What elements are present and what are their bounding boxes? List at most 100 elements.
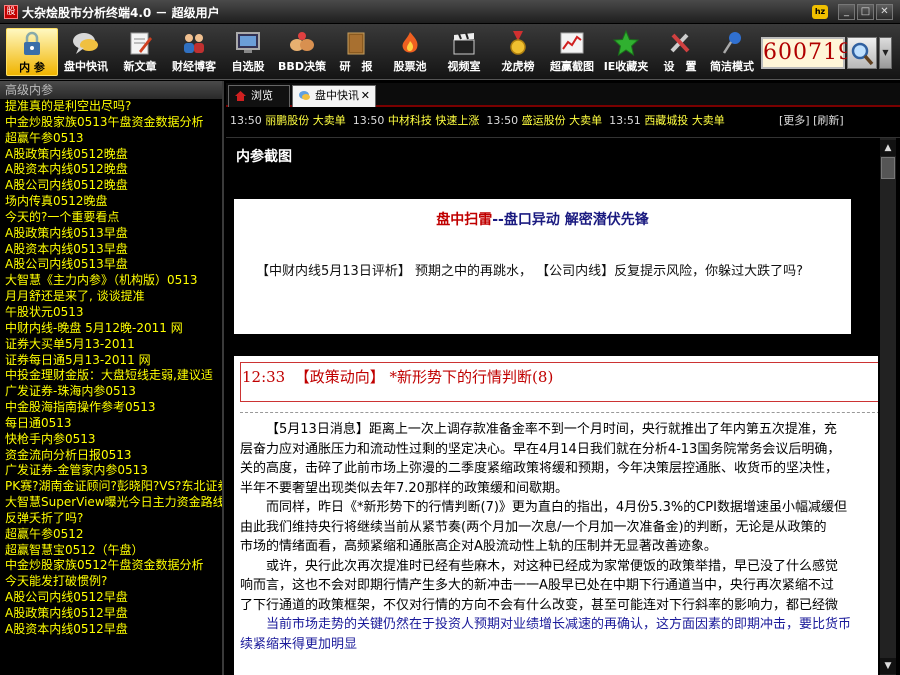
- toolbar-label: 新文章: [123, 60, 157, 73]
- toolbar-label: 内 参: [19, 61, 45, 74]
- sidebar-article-link[interactable]: A股公司内线0513早盘: [5, 257, 222, 273]
- sidebar-article-link[interactable]: 超赢午参0513: [5, 131, 222, 147]
- sidebar-article-link[interactable]: 中金炒股家族0512午盘资金数据分析: [5, 558, 222, 574]
- sidebar-article-link[interactable]: 广发证券-金管家内参0513: [5, 463, 222, 479]
- toolbar-label: 龙虎榜: [501, 60, 535, 73]
- toolbar-flash-news-button[interactable]: 盘中快讯: [60, 28, 112, 76]
- sidebar-article-link[interactable]: 场内传真0512晚盘: [5, 194, 222, 210]
- minimize-button[interactable]: _: [838, 4, 855, 20]
- toolbar-dragon-tiger-button[interactable]: 龙虎榜: [492, 28, 544, 76]
- ticker-entry[interactable]: 13:50 盛运股份 大卖单: [486, 114, 602, 127]
- sidebar-article-link[interactable]: 今天能发打破惯例?: [5, 574, 222, 590]
- lock-icon: [24, 31, 40, 55]
- stock-code-input[interactable]: 600719: [761, 37, 852, 69]
- article-paragraph: 层奋力应对通胀压力和流动性过剩的坚定决心。早在4月14日我们就在分析4-13国务…: [240, 441, 841, 457]
- sidebar-article-link[interactable]: 中金炒股家族0513午盘资金数据分析: [5, 115, 222, 131]
- sidebar-article-link[interactable]: A股政策内线0512晚盘: [5, 147, 222, 163]
- toolbar-screenshot-button[interactable]: 超赢截图: [546, 28, 598, 76]
- maximize-button[interactable]: □: [857, 4, 874, 20]
- tab-close-button[interactable]: ✕: [361, 86, 370, 106]
- sidebar-article-link[interactable]: 每日通0513: [5, 416, 222, 432]
- sidebar-article-link[interactable]: A股政策内线0512早盘: [5, 606, 222, 622]
- toolbar-settings-button[interactable]: 设 置: [654, 28, 706, 76]
- sidebar-article-link[interactable]: 中金股海指南操作参考0513: [5, 400, 222, 416]
- close-button[interactable]: ✕: [876, 4, 893, 20]
- sidebar-article-link[interactable]: 中财内线-晚盘 5月12晚-2011 网: [5, 321, 222, 337]
- sidebar-article-link[interactable]: A股资本内线0512晚盘: [5, 162, 222, 178]
- sidebar-article-link[interactable]: A股资本内线0513早盘: [5, 242, 222, 258]
- sidebar-article-link[interactable]: 证券大买单5月13-2011: [5, 337, 222, 353]
- edit-document-icon: [130, 32, 152, 55]
- toolbar-video-button[interactable]: 视频室: [438, 28, 490, 76]
- screenshot-panel: 盘中扫雷--盘口异动 解密潜伏先锋 【中财内线5月13日评析】 预期之中的再跳水…: [234, 199, 851, 334]
- sidebar-article-link[interactable]: 超赢智慧宝0512（午盘）: [5, 543, 222, 559]
- tab-flash-news[interactable]: 盘中快讯 ✕: [292, 85, 376, 107]
- article-paragraph: 响而言，这也不会对即期行情产生多大的新冲击一一A股早已处在中期下行通道当中，央行…: [240, 578, 834, 593]
- fire-icon: [402, 32, 418, 53]
- sidebar-article-link[interactable]: 大智慧SuperView曝光今日主力资金路线: [5, 495, 222, 511]
- toolbar-research-button[interactable]: 研 报: [330, 28, 382, 76]
- toolbar-label: 自选股: [231, 60, 265, 73]
- stock-search-button[interactable]: [847, 37, 877, 69]
- toolbar-label: 财经博客: [172, 60, 216, 73]
- toolbar-label: BBD决策: [278, 60, 326, 73]
- sidebar-article-link[interactable]: 今天的?一个重要看点: [5, 210, 222, 226]
- screenshot-body: 【中财内线5月13日评析】 预期之中的再跳水， 【公司内线】反复提示风险，你躲过…: [256, 264, 803, 279]
- toolbar-bbd-button[interactable]: BBD决策: [276, 28, 328, 76]
- toolbar-stock-pool-button[interactable]: 股票池: [384, 28, 436, 76]
- sidebar-article-link[interactable]: 月月舒还是来了, 谈谈提准: [5, 289, 222, 305]
- divider: [240, 412, 878, 413]
- star-icon: [612, 29, 640, 57]
- sidebar-article-link[interactable]: 快枪手内参0513: [5, 432, 222, 448]
- toolbar-simple-mode-button[interactable]: 简洁模式: [706, 28, 758, 76]
- sidebar-article-link[interactable]: 中投金理财金版：大盘短线走弱,建议适: [5, 368, 222, 384]
- ticker-entry[interactable]: 13:51 西藏城投 大卖单: [609, 114, 725, 127]
- sidebar-article-link[interactable]: 超赢午参0512: [5, 527, 222, 543]
- tab-browse[interactable]: 浏览: [228, 85, 290, 107]
- sidebar-article-link[interactable]: 资金流向分析日报0513: [5, 448, 222, 464]
- sidebar-article-link[interactable]: 广发证券-珠海内参0513: [5, 384, 222, 400]
- toolbar-watchlist-button[interactable]: 自选股: [222, 28, 274, 76]
- sidebar-article-link[interactable]: 午股状元0513: [5, 305, 222, 321]
- sidebar-article-link[interactable]: A股公司内线0512早盘: [5, 590, 222, 606]
- document-content: 内参截图 盘中扫雷--盘口异动 解密潜伏先锋 【中财内线5月13日评析】 预期之…: [232, 142, 878, 675]
- hz-badge[interactable]: hz: [812, 5, 828, 19]
- toolbar-new-article-button[interactable]: 新文章: [114, 28, 166, 76]
- sidebar-article-link[interactable]: 反弹夭折了吗?: [5, 511, 222, 527]
- scroll-down-button[interactable]: ▼: [880, 658, 896, 674]
- toolbar-favorites-button[interactable]: IE收藏夹: [600, 28, 652, 76]
- toolbar-label: 盘中快讯: [64, 60, 108, 73]
- search-icon: [851, 42, 874, 66]
- scroll-thumb[interactable]: [881, 157, 895, 179]
- article-paragraph: 关的高度，击碎了此前市场上弥漫的二季度紧缩政策将缓和预期，今年决策层控通胀、收货…: [240, 461, 839, 476]
- sidebar-article-link[interactable]: 提准真的是利空出尽吗?: [5, 99, 222, 115]
- sidebar-article-link[interactable]: A股资本内线0512早盘: [5, 622, 222, 638]
- article: 12:33 【政策动向】 *新形势下的行情判断(8) 【5月13日消息】距离上一…: [234, 356, 878, 675]
- chat-icon: [299, 91, 310, 100]
- article-paragraph: 半年不要奢望出现类似去年7.20那样的政策缓和间歇期。: [240, 480, 568, 496]
- logo-icon: 股: [4, 5, 18, 19]
- more-link[interactable]: [更多]: [779, 114, 810, 127]
- vertical-scrollbar[interactable]: ▲ ▼: [880, 138, 896, 675]
- toolbar-blog-button[interactable]: 财经博客: [168, 28, 220, 76]
- stock-dropdown-button[interactable]: ▼: [879, 37, 892, 69]
- refresh-link[interactable]: [刷新]: [813, 114, 844, 127]
- screenshot-title: 盘中扫雷--盘口异动 解密潜伏先锋: [436, 212, 649, 228]
- sidebar-article-link[interactable]: A股公司内线0512晚盘: [5, 178, 222, 194]
- scroll-up-button[interactable]: ▲: [880, 140, 896, 156]
- medal-icon: [510, 31, 526, 55]
- toolbar-label: 视频室: [447, 60, 481, 73]
- sidebar-article-link[interactable]: A股政策内线0513早盘: [5, 226, 222, 242]
- sidebar-article-link[interactable]: 大智慧《主力内参》（机构版）0513: [5, 273, 222, 289]
- toolbar-label: 研 报: [339, 60, 373, 73]
- ticker-entry[interactable]: 13:50 丽鹏股份 大卖单: [230, 114, 346, 127]
- toolbar-label: 简洁模式: [710, 60, 754, 73]
- sidebar-article-link[interactable]: PK赛?湖南金证顾问?彭晓阳?VS?东北证券: [5, 479, 222, 495]
- toolbar-neican-button[interactable]: 内 参: [6, 28, 58, 76]
- monitor-icon: [236, 32, 260, 53]
- book-icon: [347, 32, 365, 55]
- article-headline: 12:33 【政策动向】 *新形势下的行情判断(8): [242, 368, 554, 386]
- sidebar-article-link[interactable]: 证券每日通5月13-2011 网: [5, 353, 222, 369]
- ticker-entry[interactable]: 13:50 中材科技 快速上涨: [353, 114, 480, 127]
- article-paragraph: 当前市场走势的关键仍然在于投资人预期对业绩增长减速的再确认，这方面因素的即期冲击…: [266, 617, 852, 632]
